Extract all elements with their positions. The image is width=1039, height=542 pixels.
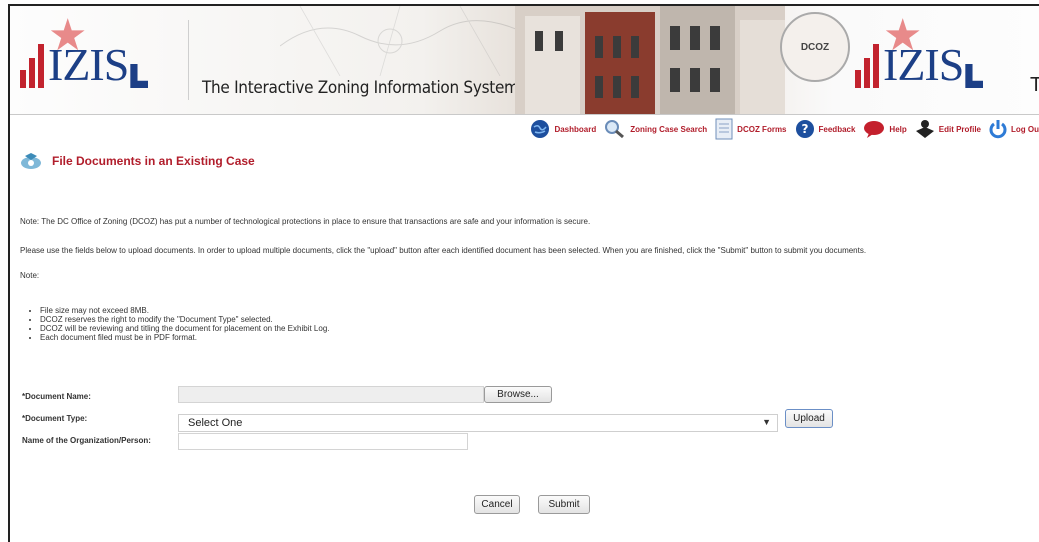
buildings-photo <box>515 6 785 114</box>
top-nav: Dashboard Zoning Case Search DCOZ Forms … <box>525 118 1039 140</box>
nav-label: Log Ou <box>1011 124 1039 134</box>
logo-tail <box>965 64 984 88</box>
nav-dashboard[interactable]: Dashboard <box>530 119 596 139</box>
magnifier-icon <box>605 120 625 139</box>
person-icon <box>915 120 934 138</box>
list-item: DCOZ reserves the right to modify the "D… <box>40 315 329 324</box>
security-note: Note: The DC Office of Zoning (DCOZ) has… <box>20 217 591 226</box>
nav-log-out[interactable]: Log Ou <box>989 119 1039 139</box>
nav-label: Help <box>889 124 907 134</box>
logo-tail <box>130 64 149 88</box>
app-window: ★ IZIS The Interactive Zoning Informatio… <box>8 4 1039 542</box>
document-type-label: *Document Type: <box>22 414 88 423</box>
site-tagline: The Interactive Zoning Information Syste… <box>202 78 519 98</box>
document-name-field[interactable] <box>178 386 484 403</box>
document-type-value: Select One <box>188 417 243 429</box>
document-type-select[interactable]: Select One ▼ <box>178 414 778 432</box>
page-header: File Documents in an Existing Case <box>20 152 255 170</box>
nav-label: Dashboard <box>554 124 597 134</box>
chevron-down-icon: ▼ <box>762 417 771 427</box>
file-upload-icon <box>21 153 41 169</box>
izis-logo-repeat: ★ IZIS <box>855 14 984 88</box>
svg-text:?: ? <box>801 122 808 136</box>
map-background <box>280 6 540 76</box>
upload-button[interactable]: Upload <box>785 409 833 428</box>
nav-label: Zoning Case Search <box>630 124 708 134</box>
globe-icon <box>531 120 550 138</box>
organization-field[interactable] <box>178 433 468 450</box>
power-icon <box>989 120 1007 139</box>
list-item: File size may not exceed 8MB. <box>40 306 329 315</box>
notes-list: File size may not exceed 8MB. DCOZ reser… <box>22 306 329 342</box>
logo-bars <box>20 44 44 88</box>
nav-label: Edit Profile <box>938 124 981 134</box>
banner-divider <box>188 20 189 100</box>
nav-dcoz-forms[interactable]: DCOZ Forms <box>715 118 787 140</box>
question-icon: ? <box>795 120 814 138</box>
note-label: Note: <box>20 271 40 280</box>
browse-button[interactable]: Browse... <box>484 386 552 403</box>
header-banner: ★ IZIS The Interactive Zoning Informatio… <box>10 6 1039 115</box>
speech-bubble-icon <box>864 121 885 138</box>
document-name-label: *Document Name: <box>22 392 91 401</box>
star-icon: ★ <box>48 11 88 60</box>
page-title: File Documents in an Existing Case <box>52 154 255 168</box>
site-tagline-repeat: Th <box>1030 74 1039 97</box>
nav-help[interactable]: Help <box>863 119 907 139</box>
nav-zoning-case-search[interactable]: Zoning Case Search <box>604 119 707 139</box>
instructions-text: Please use the fields below to upload do… <box>20 246 867 255</box>
dcoz-seal: DCOZ <box>780 12 850 82</box>
document-icon <box>715 118 733 140</box>
list-item: Each document filed must be in PDF forma… <box>40 333 329 342</box>
organization-label: Name of the Organization/Person: <box>22 436 151 445</box>
nav-label: Feedback <box>818 124 856 134</box>
nav-edit-profile[interactable]: Edit Profile <box>915 119 981 139</box>
nav-feedback[interactable]: ? Feedback <box>795 119 856 139</box>
submit-button[interactable]: Submit <box>538 495 590 514</box>
logo-bars <box>855 44 879 88</box>
izis-logo[interactable]: ★ IZIS <box>20 14 149 88</box>
cancel-button[interactable]: Cancel <box>474 495 520 514</box>
star-icon: ★ <box>883 11 923 60</box>
list-item: DCOZ will be reviewing and titling the d… <box>40 324 329 333</box>
nav-label: DCOZ Forms <box>737 124 787 134</box>
